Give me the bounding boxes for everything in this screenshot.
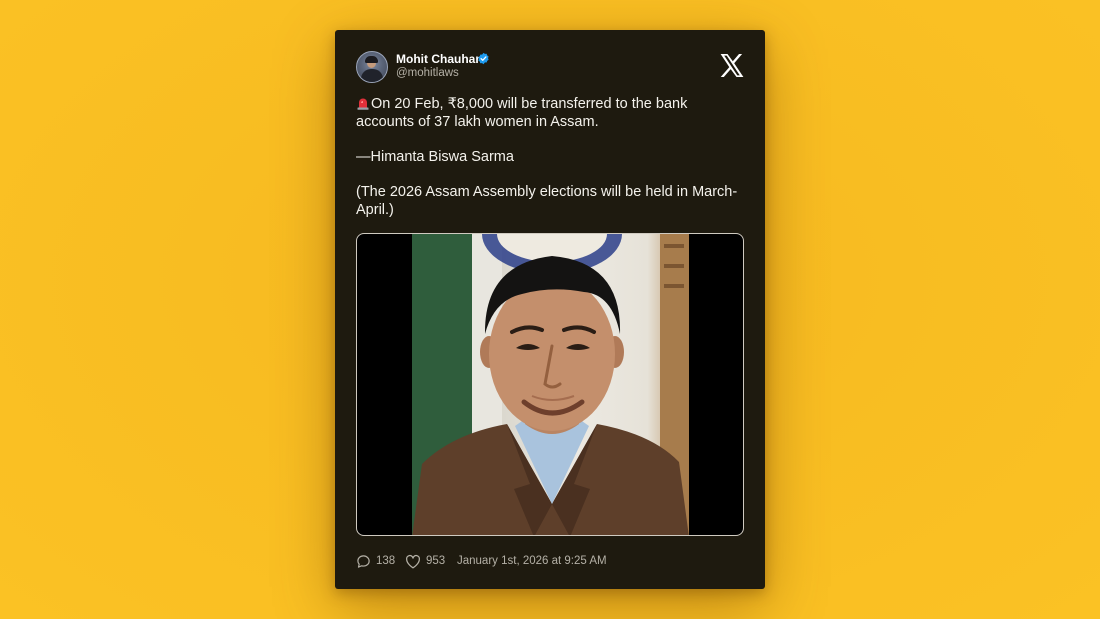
- tweet-card: Mohit Chauhan @mohitlaws On 20 Feb, ₹8,0…: [335, 30, 765, 589]
- avatar-hair: [365, 56, 378, 63]
- author-name[interactable]: Mohit Chauhan: [396, 52, 483, 66]
- author-handle[interactable]: @mohitlaws: [396, 67, 459, 79]
- tweet-text: On 20 Feb, ₹8,000 will be transferred to…: [356, 95, 746, 236]
- avatar[interactable]: [356, 51, 388, 83]
- heart-icon: [406, 554, 420, 568]
- tweet-line-2: —Himanta Biswa Sarma: [356, 149, 514, 165]
- tweet-media[interactable]: [356, 233, 744, 536]
- verified-badge-icon: [478, 52, 489, 65]
- portrait-illustration: [412, 234, 689, 535]
- reply-button[interactable]: 138: [356, 552, 395, 570]
- tweet-photo: [412, 234, 689, 535]
- police-siren-icon: [357, 98, 369, 110]
- tweet-line-3: (The 2026 Assam Assembly elections will …: [356, 184, 738, 218]
- x-logo-icon[interactable]: [720, 54, 744, 77]
- reply-icon: [357, 554, 370, 568]
- reply-count: 138: [376, 555, 396, 567]
- tweet-timestamp[interactable]: January 1st, 2026 at 9:25 AM: [457, 552, 607, 570]
- tweet-line-1: On 20 Feb, ₹8,000 will be transferred to…: [356, 96, 688, 130]
- like-count: 953: [426, 555, 446, 567]
- tweet-line-announcement: On 20 Feb, ₹8,000 will be transferred to…: [356, 95, 746, 131]
- like-button[interactable]: 953: [405, 552, 445, 570]
- avatar-shoulders: [361, 69, 383, 82]
